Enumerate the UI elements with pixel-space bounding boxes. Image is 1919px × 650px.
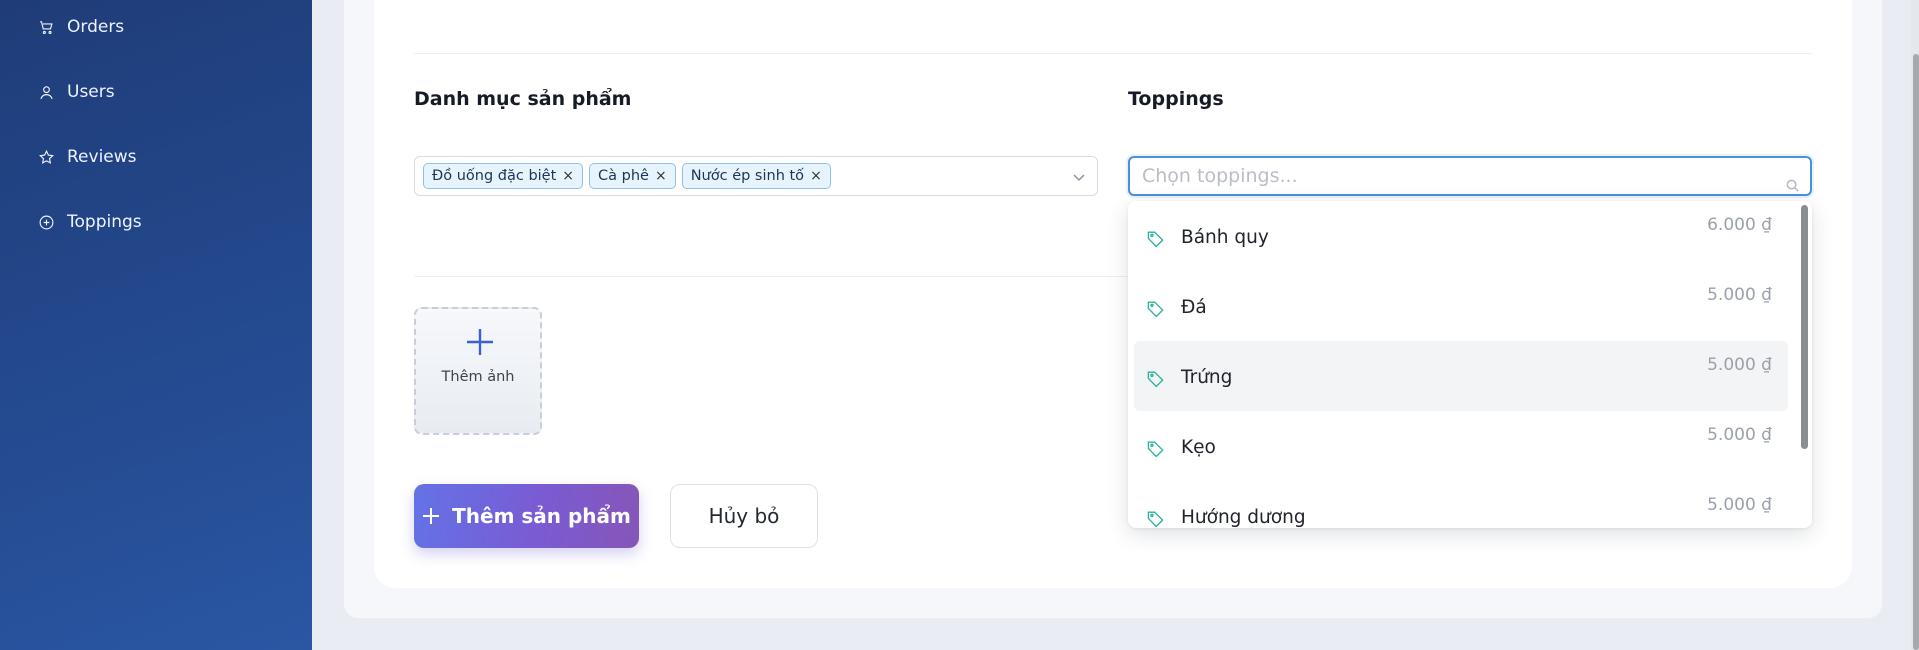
- tag-icon: [1147, 231, 1164, 248]
- add-image-button[interactable]: Thêm ảnh: [414, 307, 542, 435]
- sidebar-item-label: Reviews: [67, 147, 137, 167]
- add-product-label: Thêm sản phẩm: [452, 504, 631, 528]
- topping-option-name: Kẹo: [1181, 437, 1216, 458]
- toppings-section-label: Toppings: [1128, 88, 1224, 110]
- star-icon: [39, 149, 54, 164]
- category-tag: Đồ uống đặc biệt ×: [423, 163, 584, 189]
- sidebar-item-reviews[interactable]: Reviews: [38, 143, 137, 171]
- topping-option-price: 5.000 ₫: [1707, 425, 1772, 445]
- divider: [414, 276, 1127, 277]
- plus-circle-icon: [39, 215, 54, 229]
- category-multiselect[interactable]: Đồ uống đặc biệt × Cà phê × Nước ép sinh…: [414, 156, 1098, 196]
- toppings-select[interactable]: [1128, 156, 1812, 196]
- page-scrollbar-track[interactable]: [1911, 0, 1919, 650]
- category-tag-label: Nước ép sinh tố: [690, 168, 805, 184]
- category-section-label: Danh mục sản phẩm: [414, 88, 632, 110]
- topping-option-price: 5.000 ₫: [1707, 355, 1772, 375]
- remove-tag-icon[interactable]: ×: [810, 169, 822, 183]
- add-image-label: Thêm ảnh: [441, 369, 515, 385]
- topping-option[interactable]: Đá 5.000 ₫: [1134, 271, 1788, 341]
- page-scrollbar-thumb[interactable]: [1913, 54, 1919, 650]
- sidebar-item-toppings[interactable]: Toppings: [38, 208, 142, 236]
- sidebar: Orders Users Reviews Toppings: [0, 0, 312, 650]
- sidebar-item-orders[interactable]: Orders: [38, 13, 124, 41]
- topping-option[interactable]: Kẹo 5.000 ₫: [1134, 411, 1788, 481]
- topping-option-price: 5.000 ₫: [1707, 495, 1772, 515]
- remove-tag-icon[interactable]: ×: [562, 169, 574, 183]
- dropdown-scrollbar[interactable]: [1801, 205, 1808, 449]
- cancel-button[interactable]: Hủy bỏ: [670, 484, 818, 548]
- topping-option[interactable]: Trứng 5.000 ₫: [1134, 341, 1788, 411]
- tag-icon: [1147, 511, 1164, 528]
- add-product-button[interactable]: Thêm sản phẩm: [414, 484, 639, 548]
- topping-option-name: Đá: [1181, 297, 1207, 318]
- toppings-dropdown: Bánh quy 6.000 ₫ Đá 5.000 ₫ Trứng 5.000 …: [1128, 201, 1812, 528]
- chevron-down-icon[interactable]: [1071, 169, 1087, 185]
- plus-icon: [467, 329, 493, 355]
- topping-option[interactable]: Hướng dương 5.000 ₫: [1134, 481, 1788, 528]
- topping-option-name: Bánh quy: [1181, 227, 1269, 248]
- tag-icon: [1147, 371, 1164, 388]
- category-tag: Cà phê ×: [589, 163, 676, 189]
- topping-option[interactable]: Bánh quy 6.000 ₫: [1134, 201, 1788, 271]
- topping-option-name: Trứng: [1181, 367, 1233, 388]
- search-icon: [1786, 179, 1799, 192]
- category-tag-label: Cà phê: [598, 168, 649, 184]
- remove-tag-icon[interactable]: ×: [655, 169, 667, 183]
- user-icon: [40, 85, 53, 99]
- topping-option-price: 5.000 ₫: [1707, 285, 1772, 305]
- sidebar-item-label: Orders: [67, 17, 125, 37]
- plus-icon: [423, 508, 440, 524]
- sidebar-item-label: Users: [67, 82, 115, 102]
- sidebar-item-users[interactable]: Users: [38, 78, 115, 106]
- category-tag-label: Đồ uống đặc biệt: [432, 168, 557, 184]
- tag-icon: [1147, 301, 1164, 318]
- cart-icon: [40, 20, 53, 34]
- topping-option-price: 6.000 ₫: [1707, 215, 1772, 235]
- sidebar-item-label: Toppings: [67, 212, 142, 232]
- tag-icon: [1147, 441, 1164, 458]
- toppings-search-input[interactable]: [1130, 158, 1810, 194]
- topping-option-name: Hướng dương: [1181, 507, 1306, 528]
- category-tag: Nước ép sinh tố ×: [681, 163, 831, 189]
- divider: [414, 53, 1812, 54]
